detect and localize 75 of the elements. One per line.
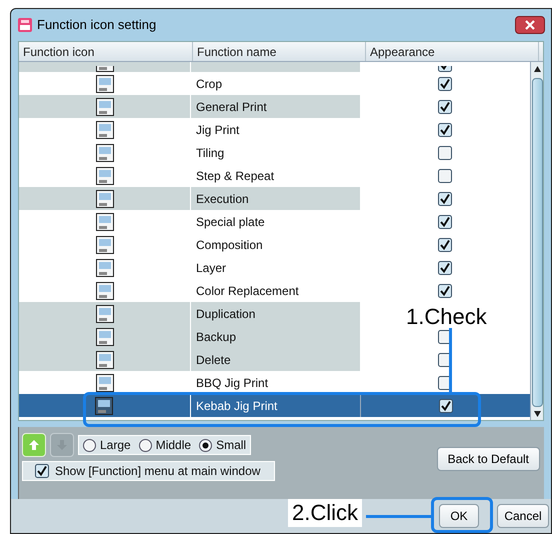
function-name: Duplication [196,306,256,322]
scroll-down-icon[interactable] [534,411,541,417]
radio-button[interactable] [199,438,212,452]
function-name: Layer [196,260,226,276]
checkbox[interactable] [438,168,452,182]
checkbox[interactable] [438,398,453,412]
table-row[interactable]: Backup [19,325,530,348]
column-header[interactable]: Function name [193,42,366,61]
function-name: Jig Print [196,122,240,138]
back-to-default-button[interactable]: Back to Default [436,447,540,471]
scrollbar-thumb[interactable] [532,78,543,407]
function-name: Kebab Jig Print [196,398,278,414]
checkbox[interactable] [438,284,452,298]
checkbox-label[interactable]: Show [Function] menu at main window [55,462,260,480]
callout-label: 2.Click [288,499,362,527]
table-row[interactable]: Execution [19,187,530,210]
function-thumbnail-icon [96,98,114,116]
function-name: BBQ Jig Print [196,374,268,392]
function-name: Composition [196,236,263,254]
scroll-up-icon[interactable] [534,66,541,72]
checkbox[interactable] [438,214,452,228]
function-thumbnail-icon [96,166,114,184]
function-thumbnail-icon [95,396,114,414]
function-name: Backup [196,328,236,346]
function-thumbnail-icon [96,190,114,208]
app-icon [17,17,33,33]
close-button[interactable] [515,16,545,34]
function-thumbnail-icon [96,236,114,254]
function-name: Crop [196,76,222,92]
table-row[interactable]: Delete [19,348,530,371]
column-header[interactable]: Function icon [19,42,193,61]
radio-label[interactable]: Small [216,436,246,454]
function-thumbnail-icon [96,74,114,92]
table-row[interactable]: General Print [19,95,530,118]
checkbox[interactable] [438,100,452,114]
function-thumbnail-icon [96,258,114,276]
function-name: General Print [196,98,267,116]
function-thumbnail-icon [96,374,114,392]
checkbox[interactable] [438,76,452,90]
checkbox[interactable] [438,238,452,252]
function-thumbnail-icon [96,120,114,138]
function-name: Color Replacement [196,282,299,300]
function-name: Delete [196,352,231,368]
cancel-button[interactable]: Cancel [497,504,549,528]
function-thumbnail-icon [96,304,114,322]
radio-label[interactable]: Middle [156,436,192,454]
function-name: Special plate [196,214,265,230]
checkbox[interactable] [438,146,452,160]
up-arrow-icon [29,440,39,450]
window-title: Function icon setting [37,16,156,34]
checkbox[interactable] [438,122,452,136]
function-name: Step & Repeat [196,168,274,184]
checkbox[interactable] [438,260,452,274]
function-thumbnail-icon [96,212,114,230]
leader-line [449,328,452,394]
function-thumbnail-icon [96,328,114,346]
function-thumbnail-icon [96,66,114,72]
radio-label[interactable]: Large [100,436,131,454]
function-thumbnail-icon [96,144,114,162]
checkbox[interactable] [438,66,452,72]
function-thumbnail-icon [96,282,114,300]
leader-line [366,515,433,518]
close-icon [525,20,535,30]
function-thumbnail-icon [96,350,114,368]
scrollbar[interactable] [530,62,543,420]
function-name: Execution [196,190,249,208]
radio-button[interactable] [138,438,152,452]
ok-button[interactable]: OK [439,504,479,528]
checkbox[interactable] [35,464,49,478]
selected-row[interactable]: Kebab Jig Print [19,394,530,417]
radio-button[interactable] [83,438,96,452]
function-name: Tiling [196,144,224,162]
checkbox[interactable] [438,192,452,206]
column-header[interactable]: Appearance [366,42,539,61]
highlight-frame [431,497,493,533]
